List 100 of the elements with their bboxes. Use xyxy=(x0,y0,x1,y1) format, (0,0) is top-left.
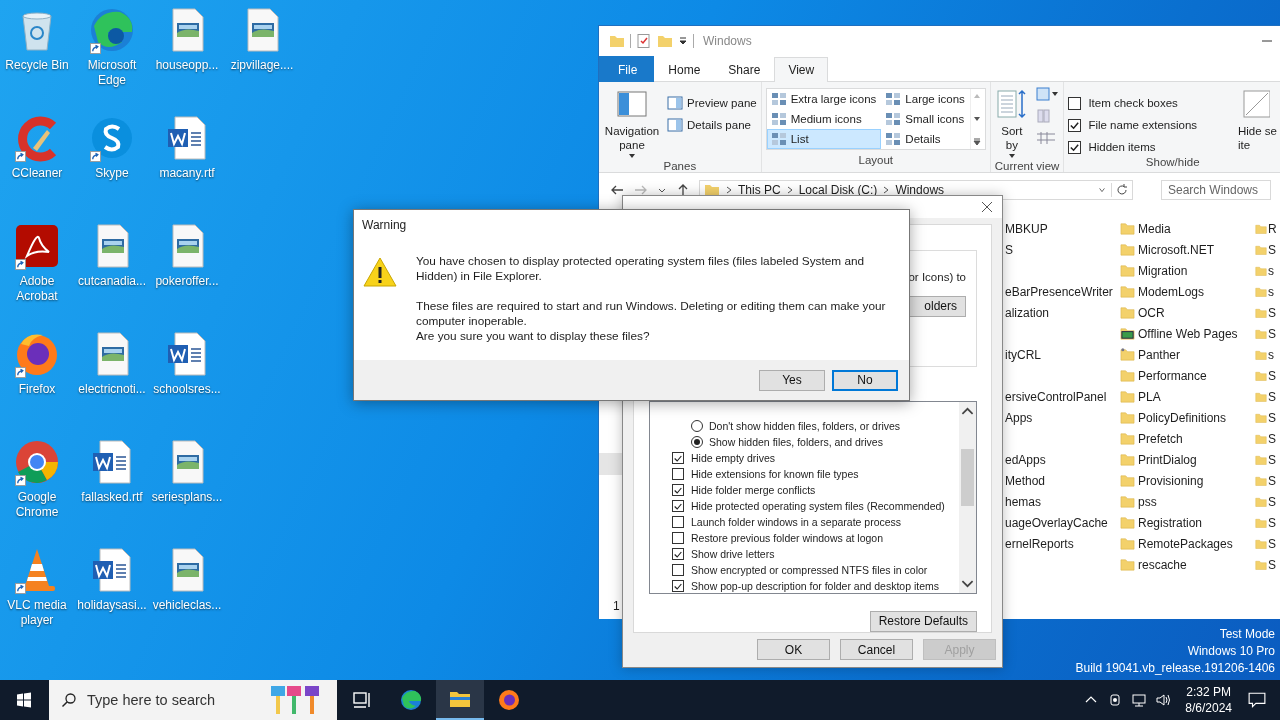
checkbox-option[interactable]: Hide empty drives xyxy=(672,449,959,466)
folder-item[interactable]: S xyxy=(1255,428,1277,449)
checkbox-option[interactable]: Hide extensions for known file types xyxy=(672,465,959,482)
checkbox-option[interactable]: Show pop-up description for folder and desktop items xyxy=(672,577,959,594)
checkbox-option[interactable]: Restore previous folder windows at logon xyxy=(672,529,959,546)
properties-icon[interactable] xyxy=(636,33,652,49)
navigation-pane-button[interactable]: Navigation pane xyxy=(603,86,661,160)
file-name[interactable]: S xyxy=(1005,242,1013,257)
folder-item[interactable]: OCR xyxy=(1120,302,1255,323)
folder-item[interactable]: Panther xyxy=(1120,344,1255,365)
breadcrumb[interactable]: This PC xyxy=(738,183,781,197)
layout-option[interactable]: Details xyxy=(881,129,970,149)
file-name[interactable]: ersiveControlPanel xyxy=(1005,389,1107,404)
checkbox-option[interactable]: Launch folder windows in a separate process xyxy=(672,513,959,530)
search-field[interactable]: Search Windows xyxy=(1161,180,1271,200)
ribbon-tab[interactable]: File xyxy=(599,56,655,82)
checkbox-option[interactable]: Hide folder merge conflicts xyxy=(672,481,959,498)
checkbox-option[interactable]: Hide protected operating system files (Recommended) xyxy=(672,497,959,514)
folder-item[interactable]: S xyxy=(1255,323,1277,344)
dialog-button[interactable]: Yes xyxy=(759,369,825,391)
checkmark-icon xyxy=(1069,119,1081,131)
pane-icon xyxy=(667,95,683,111)
taskbar-app[interactable] xyxy=(436,680,484,720)
ribbon-tab[interactable]: Home xyxy=(654,57,715,82)
folder-item[interactable]: S xyxy=(1255,470,1277,491)
folder-item[interactable]: S xyxy=(1255,365,1277,386)
layout-option[interactable]: List xyxy=(766,129,882,149)
folder-item[interactable]: S xyxy=(1255,533,1277,554)
more-icon[interactable] xyxy=(971,137,982,147)
folder-item[interactable]: Migration xyxy=(1120,260,1255,281)
file-name[interactable]: alization xyxy=(1005,305,1050,320)
folder-item[interactable]: s xyxy=(1255,344,1277,365)
dialog-button[interactable]: Cancel xyxy=(840,639,913,661)
folder-item[interactable]: rescache xyxy=(1120,554,1255,575)
file-name[interactable]: hemas xyxy=(1005,494,1042,509)
chevron-icon[interactable] xyxy=(785,185,794,195)
folder-item[interactable]: S xyxy=(1255,239,1277,260)
folder-item[interactable]: Prefetch xyxy=(1120,428,1255,449)
close-icon[interactable] xyxy=(981,200,993,213)
folder-item[interactable]: S xyxy=(1255,554,1277,575)
layout-option[interactable]: Small icons xyxy=(881,109,970,129)
file-name[interactable]: edApps xyxy=(1005,452,1046,467)
folder-item[interactable]: S xyxy=(1255,491,1277,512)
folder-item[interactable]: S xyxy=(1255,302,1277,323)
notifications-icon[interactable] xyxy=(1248,691,1266,709)
folder-item[interactable]: Provisioning xyxy=(1120,470,1255,491)
file-name[interactable]: Apps xyxy=(1005,410,1033,425)
ribbon-checkbox[interactable]: File name extensions xyxy=(1068,116,1198,134)
folder-item[interactable]: ModemLogs xyxy=(1120,281,1255,302)
dropdown-icon[interactable] xyxy=(678,36,688,46)
group-by-icon[interactable] xyxy=(1034,86,1059,102)
dialog-button[interactable]: No xyxy=(832,369,898,391)
folder-item[interactable]: R xyxy=(1255,218,1277,239)
folder-item[interactable]: S xyxy=(1255,449,1277,470)
folder-item[interactable]: PolicyDefinitions xyxy=(1120,407,1255,428)
hide-selected-button[interactable]: Hide se ite xyxy=(1238,86,1277,156)
folder-item[interactable]: PrintDialog xyxy=(1120,449,1255,470)
chevron-icon[interactable] xyxy=(725,185,733,195)
folder-item[interactable]: Offline Web Pages xyxy=(1120,323,1255,344)
layout-option[interactable]: Medium icons xyxy=(766,109,882,129)
checkbox-option[interactable]: Show drive letters xyxy=(672,545,959,562)
file-name[interactable]: MBKUP xyxy=(1005,221,1048,236)
layout-option[interactable]: Large icons xyxy=(881,89,970,109)
folder-item[interactable]: RemotePackages xyxy=(1120,533,1255,554)
navigation-item[interactable] xyxy=(599,453,623,475)
chevron-icon[interactable] xyxy=(882,185,891,195)
pane-button[interactable]: Details pane xyxy=(667,116,757,134)
folder-item[interactable]: Media xyxy=(1120,218,1255,239)
taskbar-search-field[interactable]: Type here to search xyxy=(49,680,337,720)
folder-item[interactable]: S xyxy=(1255,407,1277,428)
folder-item[interactable]: S xyxy=(1255,386,1277,407)
file-name[interactable]: uageOverlayCache xyxy=(1005,515,1108,530)
folder-item[interactable]: Performance xyxy=(1120,365,1255,386)
radio-option[interactable]: Show hidden files, folders, and drives xyxy=(672,433,959,450)
folder-item[interactable]: PLA xyxy=(1120,386,1255,407)
breadcrumb[interactable]: Windows xyxy=(895,183,945,197)
sort-by-button[interactable]: Sort by xyxy=(994,86,1029,160)
ribbon-checkbox[interactable]: Hidden items xyxy=(1068,138,1198,156)
pane-button[interactable]: Preview pane xyxy=(667,94,757,112)
checkbox-option[interactable]: Show encrypted or compressed NTFS files in color xyxy=(672,561,959,578)
folder-item[interactable]: Microsoft.NET xyxy=(1120,239,1255,260)
ribbon-checkbox[interactable]: Item check boxes xyxy=(1068,94,1198,112)
ribbon-tab[interactable]: View xyxy=(774,57,829,82)
folder-item[interactable]: s xyxy=(1255,260,1277,281)
folder-item[interactable]: s xyxy=(1255,281,1277,302)
file-name[interactable]: Method xyxy=(1005,473,1046,488)
folder-item[interactable]: S xyxy=(1255,512,1277,533)
scrollbar-thumb[interactable] xyxy=(961,448,974,506)
folder-item[interactable]: Registration xyxy=(1120,512,1255,533)
file-name[interactable]: ityCRL xyxy=(1005,347,1041,362)
folder-item[interactable]: pss xyxy=(1120,491,1255,512)
restore-defaults-button[interactable]: Restore Defaults xyxy=(869,610,977,632)
dialog-button[interactable]: OK xyxy=(757,639,830,661)
clock[interactable]: 2:32 PM 8/6/2024 xyxy=(1185,684,1232,716)
layout-option[interactable]: Extra large icons xyxy=(766,89,882,109)
file-name[interactable]: eBarPresenceWriter xyxy=(1005,284,1113,299)
scrollbar[interactable] xyxy=(959,401,976,593)
file-name[interactable]: ernelReports xyxy=(1005,536,1074,551)
radio-option[interactable]: Don't show hidden files, folders, or drives xyxy=(672,417,959,434)
ribbon-tab[interactable]: Share xyxy=(714,57,775,82)
